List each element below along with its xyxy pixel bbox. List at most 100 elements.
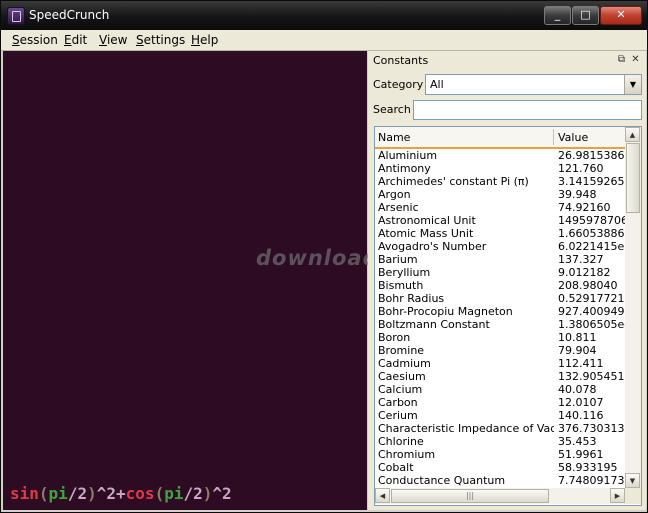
table-row[interactable]: Bromine 79.904 [375,344,625,357]
column-header-name[interactable]: Name [378,131,410,144]
expression-token: pi [164,484,184,503]
table-row[interactable]: Cobalt 58.933195 [375,461,625,474]
constant-value: 79.904 [558,344,597,357]
table-row[interactable]: Carbon 12.0107 [375,396,625,409]
expression-token: ) [202,484,213,503]
window-title: SpeedCrunch [29,8,110,22]
constant-value: 1.66053886e-27 [558,227,625,240]
vertical-scroll-thumb[interactable] [626,143,640,213]
constant-name: Chromium [378,448,436,461]
table-row[interactable]: Boron 10.811 [375,331,625,344]
table-row[interactable]: Bohr-Procopiu Magneton 927.400949e-26 [375,305,625,318]
scroll-down-icon[interactable]: ▼ [625,473,640,488]
title-bar[interactable]: SpeedCrunch _ □ ✕ [1,1,647,30]
table-row[interactable]: Boltzmann Constant 1.3806505e-23 [375,318,625,331]
constant-name: Boron [378,331,411,344]
constant-value: 39.948 [558,188,597,201]
expression-token: ^ [96,484,107,503]
table-rows: Aluminium 26.9815386 Antimony 121.760 Archim… [375,149,625,488]
expression-token: 2 [222,484,232,503]
constant-name: Cerium [378,409,418,422]
menu-session-mnemonic: S [12,33,20,47]
result-console[interactable]: sin(pi/2)^2+cos(pi/2)^2 [3,51,367,510]
close-button[interactable]: ✕ [600,6,642,25]
expression-token: pi [48,484,68,503]
speedcrunch-app-icon [7,7,25,25]
column-header-value[interactable]: Value [558,131,588,144]
constant-name: Cadmium [378,357,431,370]
constants-table: Name Value Aluminium 26.9815386 Antimony 12… [374,126,642,506]
constant-value: 35.453 [558,435,597,448]
scroll-up-icon[interactable]: ▲ [625,127,640,142]
dock-title: Constants [373,54,429,67]
table-row[interactable]: Antimony 121.760 [375,162,625,175]
expression-token: ( [154,484,165,503]
scroll-right-icon[interactable]: ▶ [610,488,625,503]
table-row[interactable]: Cerium 140.116 [375,409,625,422]
menu-edit[interactable]: Edit [64,33,87,47]
constant-value: 1.3806505e-23 [558,318,625,331]
expression-token: + [116,484,126,503]
table-row[interactable]: Beryllium 9.012182 [375,266,625,279]
menu-help-mnemonic: H [191,33,201,47]
table-row[interactable]: Chromium 51.9961 [375,448,625,461]
table-row[interactable]: Arsenic 74.92160 [375,201,625,214]
constant-value: 7.748091733e-5 [558,474,625,487]
dock-close-icon[interactable]: ✕ [630,54,641,65]
constant-value: 74.92160 [558,201,611,214]
table-row[interactable]: Barium 137.327 [375,253,625,266]
menu-settings-label: ettings [143,33,186,47]
constant-value: 51.9961 [558,448,604,461]
expression-token: cos [125,484,155,503]
constant-name: Arsenic [378,201,419,214]
search-input[interactable] [413,100,642,120]
expression-input[interactable]: sin(pi/2)^2+cos(pi/2)^2 [10,484,232,503]
expression-token: ^ [212,484,223,503]
expression-token: sin [10,484,39,503]
table-row[interactable]: Characteristic Impedance of Vacuum 376.73… [375,422,625,435]
menu-session[interactable]: Session [12,33,58,47]
constant-value: 9.012182 [558,266,611,279]
maximize-button[interactable]: □ [572,6,599,25]
menu-settings-mnemonic: S [136,33,144,47]
horizontal-scrollbar[interactable]: ◀ ||| ▶ [375,488,625,504]
table-row[interactable]: Avogadro's Number 6.0221415e23 [375,240,625,253]
category-select[interactable]: All ▼ [425,74,642,95]
scroll-left-icon[interactable]: ◀ [375,488,390,503]
table-row[interactable]: Atomic Mass Unit 1.66053886e-27 [375,227,625,240]
constant-name: Archimedes' constant Pi (π) [378,175,529,188]
dock-float-icon[interactable]: ⧉ [616,54,627,65]
table-row[interactable]: Aluminium 26.9815386 [375,149,625,162]
speedcrunch-window: SpeedCrunch _ □ ✕ Session Edit View Sett… [0,0,648,513]
table-row[interactable]: Chlorine 35.453 [375,435,625,448]
menu-settings[interactable]: Settings [136,33,185,47]
horizontal-scroll-thumb[interactable]: ||| [391,489,549,503]
constant-name: Bromine [378,344,425,357]
table-row[interactable]: Bohr Radius 0.5291772108e-10 [375,292,625,305]
table-row[interactable]: Argon 39.948 [375,188,625,201]
table-row[interactable]: Archimedes' constant Pi (π) 3.14159265358… [375,175,625,188]
menu-view[interactable]: View [99,33,127,47]
constant-value: 12.0107 [558,396,604,409]
constant-name: Carbon [378,396,418,409]
constant-name: Calcium [378,383,423,396]
table-row[interactable]: Bismuth 208.98040 [375,279,625,292]
constant-name: Boltzmann Constant [378,318,490,331]
expression-token: 2 [77,484,88,503]
constant-name: Conductance Quantum [378,474,506,487]
table-row[interactable]: Conductance Quantum 7.748091733e-5 [375,474,625,487]
constant-value: 376.730313461 [558,422,625,435]
table-row[interactable]: Caesium 132.9054519 [375,370,625,383]
menu-help[interactable]: Help [191,33,218,47]
table-row[interactable]: Cadmium 112.411 [375,357,625,370]
vertical-scrollbar[interactable]: ▲ ▼ [625,127,641,488]
constant-name: Barium [378,253,418,266]
constant-name: Aluminium [378,149,438,162]
category-value: All [430,78,444,91]
expression-token: ( [38,484,49,503]
chevron-down-icon[interactable]: ▼ [624,75,641,94]
table-row[interactable]: Calcium 40.078 [375,383,625,396]
minimize-button[interactable]: _ [544,6,571,25]
table-row[interactable]: Astronomical Unit 149597870691 [375,214,625,227]
constant-name: Caesium [378,370,426,383]
